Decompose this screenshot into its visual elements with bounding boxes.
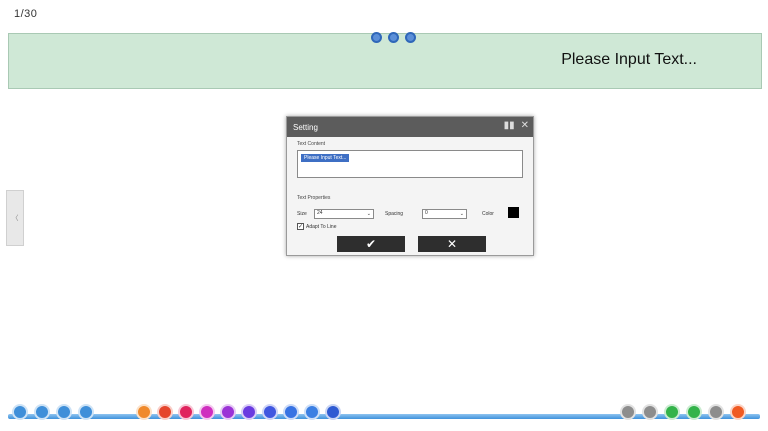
text-content-input[interactable]: Please Input Text... [297, 150, 523, 178]
spacing-select[interactable]: 0 ⌄ [422, 209, 467, 219]
bottom-toolbar [8, 400, 760, 424]
copy-icon[interactable] [304, 404, 320, 420]
chevron-left-icon: 〈 [11, 215, 19, 222]
delete-icon[interactable] [325, 404, 341, 420]
text-content-label: Text Content [297, 141, 326, 147]
setting-dialog: Setting ▮▮ ✕ Text Content Please Input T… [286, 116, 534, 256]
add-page-icon[interactable] [730, 404, 746, 420]
color-label: Color [482, 211, 494, 217]
dialog-title-bar: Setting ▮▮ ✕ [287, 117, 533, 137]
pointer-icon[interactable] [136, 404, 152, 420]
selected-text: Please Input Text... [301, 154, 350, 162]
eraser-icon[interactable] [178, 404, 194, 420]
side-panel-toggle[interactable]: 〈 [6, 190, 24, 246]
color-swatch[interactable] [508, 207, 519, 218]
undo-icon[interactable] [620, 404, 636, 420]
pin-icon[interactable]: ▮▮ [504, 120, 515, 132]
shape-icon[interactable] [220, 404, 236, 420]
redo-icon[interactable] [642, 404, 658, 420]
next-page-icon[interactable] [708, 404, 724, 420]
move-icon[interactable] [388, 32, 399, 43]
close-icon: ✕ [446, 237, 458, 251]
prev-page-icon[interactable] [664, 404, 680, 420]
page-icon[interactable] [686, 404, 702, 420]
check-icon: ✔ [365, 237, 377, 251]
chevron-down-icon: ⌄ [366, 211, 371, 217]
cancel-button[interactable]: ✕ [418, 236, 486, 252]
text-box-tools [371, 32, 416, 43]
edit-icon[interactable] [12, 404, 28, 420]
spacing-label: Spacing [385, 211, 404, 217]
dialog-title: Setting [293, 122, 318, 132]
size-value: 24 [317, 210, 323, 216]
text-properties-label: Text Properties [297, 195, 331, 201]
text-properties-row: Size 24 ⌄ Spacing 0 ⌄ Color [297, 207, 527, 221]
save-icon[interactable] [34, 404, 50, 420]
size-select[interactable]: 24 ⌄ [314, 209, 374, 219]
size-label: Size [297, 211, 307, 217]
chevron-down-icon: ⌄ [459, 211, 464, 217]
spacing-value: 0 [425, 210, 428, 216]
settings-icon[interactable] [371, 32, 382, 43]
adapt-line-checkbox[interactable]: ✓ [297, 223, 304, 230]
close-icon[interactable] [405, 32, 416, 43]
adapt-line-label: Adapt To Line [306, 223, 337, 230]
pen-icon[interactable] [157, 404, 173, 420]
settings-icon[interactable] [56, 404, 72, 420]
page-number: 1/30 [14, 8, 38, 20]
color-icon[interactable] [241, 404, 257, 420]
image-icon[interactable] [262, 404, 278, 420]
folder-icon[interactable] [78, 404, 94, 420]
close-icon[interactable]: ✕ [521, 120, 529, 132]
highlighter-icon[interactable] [199, 404, 215, 420]
text-box[interactable]: Please Input Text... [8, 32, 762, 89]
confirm-button[interactable]: ✔ [337, 236, 405, 252]
adapt-line-option[interactable]: ✓ Adapt To Line [297, 223, 337, 230]
text-box-content[interactable]: Please Input Text... [561, 51, 697, 69]
text-icon[interactable] [283, 404, 299, 420]
